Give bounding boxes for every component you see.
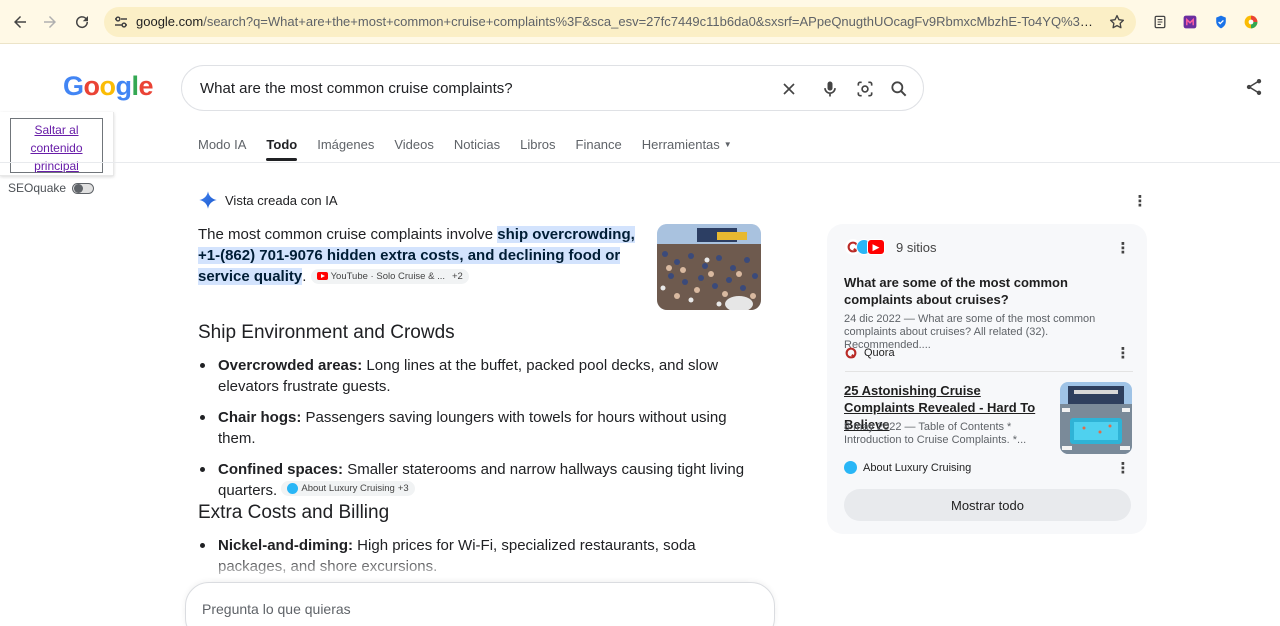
- source-divider: [845, 371, 1133, 372]
- skip-link-line-1[interactable]: Saltar al: [34, 123, 78, 137]
- cruise-pool-thumbnail[interactable]: [1060, 382, 1132, 454]
- sources-count: 9 sitios: [896, 239, 937, 255]
- section-title-crowds: Ship Environment and Crowds: [198, 322, 455, 343]
- about-luxury-cruising-icon: [287, 483, 299, 494]
- source-favicons: ▶: [845, 239, 885, 255]
- list-item: Confined spaces: Smaller staterooms and …: [198, 459, 758, 501]
- chip-source-label: YouTube · Solo Cruise & ...: [330, 270, 445, 282]
- clear-search-icon[interactable]: [778, 78, 800, 100]
- tab-imagenes[interactable]: Imágenes: [317, 137, 374, 161]
- tab-videos[interactable]: Videos: [394, 137, 434, 161]
- microphone-icon[interactable]: [819, 78, 841, 100]
- source-title-quora[interactable]: What are some of the most common complai…: [844, 274, 1134, 308]
- ai-overview-header: Vista creada con IA: [198, 190, 338, 210]
- summary-intro: The most common cruise complaints involv…: [198, 226, 498, 243]
- content-fade: [198, 556, 778, 578]
- forward-icon[interactable]: [38, 10, 62, 34]
- bullet-term: Overcrowded areas:: [218, 357, 363, 374]
- skip-to-content-link[interactable]: Saltar al contenido principal: [10, 118, 103, 173]
- url-text: google.com/search?q=What+are+the+most+co…: [136, 14, 1096, 29]
- seoquake-label: SEOquake: [8, 181, 67, 195]
- sources-panel: ▶ 9 sitios ⋮ What are some of the most c…: [827, 224, 1147, 534]
- seoquake-toggle-row: SEOquake: [8, 181, 95, 195]
- quora-icon: [845, 347, 857, 359]
- list-item: Overcrowded areas: Long lines at the buf…: [198, 355, 758, 397]
- youtube-icon: [316, 272, 328, 280]
- google-logo[interactable]: Google: [63, 71, 154, 102]
- sources-more-icon[interactable]: ⋮: [1115, 240, 1131, 257]
- source-site-name: About Luxury Cruising: [863, 461, 972, 474]
- chip-more-count: +2: [452, 270, 463, 282]
- tab-modo-ia[interactable]: Modo IA: [198, 137, 246, 161]
- search-icon[interactable]: [888, 78, 910, 100]
- ask-anything-input[interactable]: Pregunta lo que quieras: [185, 582, 775, 626]
- ai-overview-label: Vista creada con IA: [225, 192, 338, 208]
- cruise-deck-thumbnail[interactable]: [657, 224, 761, 310]
- bullet-term: Nickel-and-diming:: [218, 537, 354, 554]
- back-icon[interactable]: [8, 10, 32, 34]
- section-title-costs: Extra Costs and Billing: [198, 502, 390, 523]
- source-more-icon[interactable]: ⋮: [1115, 345, 1131, 362]
- show-all-button[interactable]: Mostrar todo: [844, 489, 1131, 521]
- site-settings-icon[interactable]: [112, 13, 130, 31]
- tab-herramientas[interactable]: Herramientas ▼: [642, 137, 732, 161]
- source-snippet-about-luxury: 8 may 2022 — Table of Contents * Introdu…: [844, 421, 1027, 446]
- tab-libros[interactable]: Libros: [520, 137, 555, 161]
- tab-todo[interactable]: Todo: [266, 137, 297, 161]
- source-site-quora[interactable]: Quora: [844, 346, 895, 360]
- search-query-text[interactable]: What are the most common cruise complain…: [200, 80, 513, 97]
- chip-more-count: +3: [397, 483, 409, 494]
- lens-camera-icon[interactable]: [854, 78, 876, 100]
- reading-list-icon[interactable]: [1150, 12, 1170, 32]
- about-luxury-cruising-icon: [844, 461, 857, 474]
- search-tabs: Modo IA Todo Imágenes Videos Noticias Li…: [198, 137, 752, 161]
- chip-source-label: About Luxury Cruising: [301, 483, 395, 494]
- source-site-name: Quora: [864, 347, 895, 359]
- ai-overview-more-icon[interactable]: ⋮: [1132, 193, 1148, 210]
- youtube-icon: ▶: [867, 239, 885, 255]
- bullet-term: Confined spaces:: [218, 461, 344, 478]
- list-item: Chair hogs: Passengers saving loungers w…: [198, 407, 758, 449]
- gemini-sparkle-icon: [199, 191, 217, 209]
- extension-purple-icon[interactable]: [1180, 12, 1200, 32]
- sources-header[interactable]: ▶ 9 sitios: [845, 239, 936, 255]
- shield-extension-icon[interactable]: [1211, 12, 1231, 32]
- ask-placeholder: Pregunta lo que quieras: [202, 601, 351, 617]
- show-all-label: Mostrar todo: [951, 497, 1024, 513]
- reload-icon[interactable]: [70, 10, 94, 34]
- tabs-divider: [0, 162, 1280, 163]
- browser-toolbar: google.com/search?q=What+are+the+most+co…: [0, 0, 1280, 44]
- skip-link-line-2[interactable]: contenido: [30, 141, 82, 155]
- source-site-about-luxury[interactable]: About Luxury Cruising: [844, 461, 971, 474]
- share-icon[interactable]: [1244, 77, 1264, 97]
- source-more-icon[interactable]: ⋮: [1115, 460, 1131, 477]
- tab-finance[interactable]: Finance: [576, 137, 622, 161]
- chevron-down-icon: ▼: [723, 140, 732, 149]
- bookmark-star-icon[interactable]: [1108, 13, 1126, 31]
- source-chip-about-luxury[interactable]: About Luxury Cruising +3: [281, 481, 415, 496]
- address-bar[interactable]: google.com/search?q=What+are+the+most+co…: [104, 7, 1136, 37]
- ai-overview-summary: The most common cruise complaints involv…: [198, 224, 640, 287]
- source-chip-youtube[interactable]: YouTube · Solo Cruise & ... +2: [310, 268, 469, 284]
- bullet-term: Chair hogs:: [218, 409, 302, 426]
- crowds-bullet-list: Overcrowded areas: Long lines at the buf…: [198, 355, 758, 511]
- search-input[interactable]: What are the most common cruise complain…: [181, 65, 924, 111]
- extension-colorful-icon[interactable]: [1241, 12, 1261, 32]
- summary-end: .: [302, 268, 307, 285]
- tab-noticias[interactable]: Noticias: [454, 137, 500, 161]
- seoquake-toggle[interactable]: [72, 182, 95, 194]
